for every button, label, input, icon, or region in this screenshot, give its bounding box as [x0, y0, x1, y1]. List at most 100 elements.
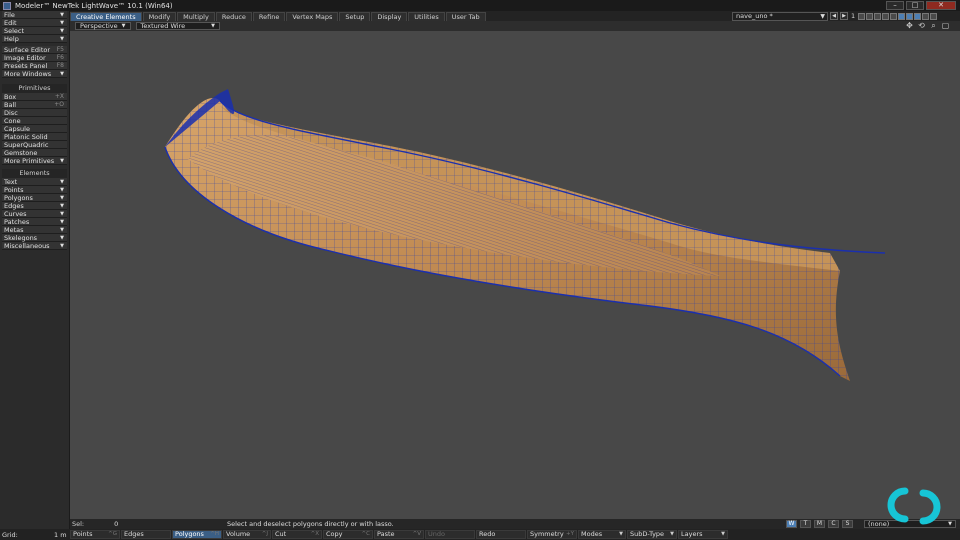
element-label: Edges: [4, 202, 24, 210]
primitive-platonic-solid[interactable]: Platonic Solid: [2, 133, 67, 141]
viewport-header: Perspective ▼ Textured Wire ▼ ✥ ⟲ ⌕ ▢: [70, 21, 960, 31]
more-windows-menu[interactable]: More Windows ▼: [2, 70, 67, 78]
subd-type-dropdown[interactable]: SubD-Type ▼: [627, 530, 677, 539]
tab-multiply[interactable]: Multiply: [177, 11, 215, 21]
shortcut-label: ^H: [210, 531, 219, 537]
elements-patches-menu[interactable]: Patches ▼: [2, 218, 67, 226]
element-label: Skelegons: [4, 234, 38, 242]
presets-panel-button[interactable]: Presets Panel F8: [2, 62, 67, 70]
paste-label: Paste: [377, 530, 395, 538]
tab-refine[interactable]: Refine: [252, 11, 286, 21]
edges-mode-button[interactable]: Edges: [121, 530, 171, 539]
paste-button[interactable]: Paste ^V: [374, 530, 424, 539]
close-button[interactable]: ✕: [926, 1, 956, 10]
boat-model: [164, 89, 886, 382]
primitive-label: Box: [4, 93, 17, 101]
view-mode-t[interactable]: T: [800, 520, 811, 528]
elements-skelegons-menu[interactable]: Skelegons ▼: [2, 234, 67, 242]
tab-modify[interactable]: Modify: [142, 11, 177, 21]
copy-button[interactable]: Copy ^C: [323, 530, 373, 539]
prev-layer-icon[interactable]: ◀: [830, 12, 838, 20]
shortcut-label: F5: [56, 46, 64, 53]
undo-button[interactable]: Undo: [425, 530, 475, 539]
primitive-capsule[interactable]: Capsule: [2, 125, 67, 133]
redo-label: Redo: [479, 530, 496, 538]
elements-metas-menu[interactable]: Metas ▼: [2, 226, 67, 234]
primitive-box[interactable]: Box +X: [2, 93, 67, 101]
move-view-icon[interactable]: ✥: [905, 22, 914, 30]
layer-toggle-1[interactable]: [858, 12, 866, 20]
shortcut-label: ^V: [412, 531, 421, 537]
volume-mode-button[interactable]: Volume ^J: [223, 530, 271, 539]
view-mode-buttons: W T M C S: [786, 520, 856, 528]
minimize-button[interactable]: –: [886, 1, 904, 10]
view-mode-c[interactable]: C: [828, 520, 839, 528]
chevron-down-icon: ▼: [60, 20, 64, 26]
primitive-cone[interactable]: Cone: [2, 117, 67, 125]
view-mode-m[interactable]: M: [814, 520, 825, 528]
layer-toggle-8[interactable]: [914, 12, 922, 20]
app-icon: [3, 1, 11, 10]
primitives-heading: Primitives: [2, 84, 67, 93]
elements-miscellaneous-menu[interactable]: Miscellaneous ▼: [2, 242, 67, 250]
chevron-down-icon: ▼: [60, 219, 64, 225]
tab-reduce[interactable]: Reduce: [215, 11, 252, 21]
primitive-ball[interactable]: Ball +O: [2, 101, 67, 109]
redo-button[interactable]: Redo: [476, 530, 526, 539]
layer-toggle-9[interactable]: [922, 12, 930, 20]
menu-select[interactable]: Select ▼: [2, 27, 67, 35]
layer-toggle-7[interactable]: [906, 12, 914, 20]
layer-toggle-6[interactable]: [898, 12, 906, 20]
layer-toggle-5[interactable]: [890, 12, 898, 20]
elements-polygons-menu[interactable]: Polygons ▼: [2, 194, 67, 202]
points-mode-button[interactable]: Points ^G: [70, 530, 120, 539]
chevron-down-icon: ▼: [121, 23, 126, 29]
layer-controls: nave_uno * ▼ ◀ ▶ 1: [732, 11, 938, 21]
shading-dropdown[interactable]: Textured Wire ▼: [135, 22, 220, 30]
menu-help[interactable]: Help ▼: [2, 35, 67, 43]
primitive-disc[interactable]: Disc: [2, 109, 67, 117]
primitive-gemstone[interactable]: Gemstone: [2, 149, 67, 157]
menu-file[interactable]: File ▼: [2, 11, 67, 19]
rotate-view-icon[interactable]: ⟲: [917, 22, 926, 30]
tab-display[interactable]: Display: [371, 11, 408, 21]
elements-text-menu[interactable]: Text ▼: [2, 178, 67, 186]
elements-edges-menu[interactable]: Edges ▼: [2, 202, 67, 210]
chevron-down-icon: ▼: [60, 187, 64, 193]
view-type-dropdown[interactable]: Perspective ▼: [75, 22, 131, 30]
tab-user-tab[interactable]: User Tab: [445, 11, 486, 21]
layers-dropdown[interactable]: Layers ▼: [678, 530, 728, 539]
tab-vertex-maps[interactable]: Vertex Maps: [286, 11, 339, 21]
view-mode-w[interactable]: W: [786, 520, 797, 528]
chevron-down-icon: ▼: [721, 531, 725, 537]
perspective-viewport[interactable]: [70, 31, 960, 519]
menu-edit[interactable]: Edit ▼: [2, 19, 67, 27]
view-mode-s[interactable]: S: [842, 520, 853, 528]
layer-toggle-4[interactable]: [882, 12, 890, 20]
more-primitives-menu[interactable]: More Primitives ▼: [2, 157, 67, 165]
cut-button[interactable]: Cut ^X: [272, 530, 322, 539]
maximize-button[interactable]: □: [906, 1, 924, 10]
polygons-mode-button[interactable]: Polygons ^H: [172, 530, 222, 539]
tab-creative-elements[interactable]: Creative Elements: [70, 11, 142, 21]
symmetry-button[interactable]: Symmetry +Y: [527, 530, 577, 539]
zoom-icon[interactable]: ⌕: [929, 22, 938, 30]
watermark-logo-icon: [887, 487, 941, 525]
layer-toggle-3[interactable]: [874, 12, 882, 20]
layer-toggle-10[interactable]: [930, 12, 938, 20]
element-label: Miscellaneous: [4, 242, 50, 250]
elements-curves-menu[interactable]: Curves ▼: [2, 210, 67, 218]
next-layer-icon[interactable]: ▶: [840, 12, 848, 20]
surface-editor-button[interactable]: Surface Editor F5: [2, 46, 67, 54]
tab-setup[interactable]: Setup: [339, 11, 371, 21]
maximize-viewport-icon[interactable]: ▢: [941, 22, 950, 30]
modes-label: Modes: [581, 530, 603, 538]
primitive-superquadric[interactable]: SuperQuadric: [2, 141, 67, 149]
elements-points-menu[interactable]: Points ▼: [2, 186, 67, 194]
modes-dropdown[interactable]: Modes ▼: [578, 530, 626, 539]
tab-utilities[interactable]: Utilities: [408, 11, 445, 21]
image-editor-button[interactable]: Image Editor F6: [2, 54, 67, 62]
chevron-down-icon: ▼: [60, 211, 64, 217]
layer-select[interactable]: nave_uno * ▼: [732, 11, 828, 21]
layer-toggle-2[interactable]: [866, 12, 874, 20]
